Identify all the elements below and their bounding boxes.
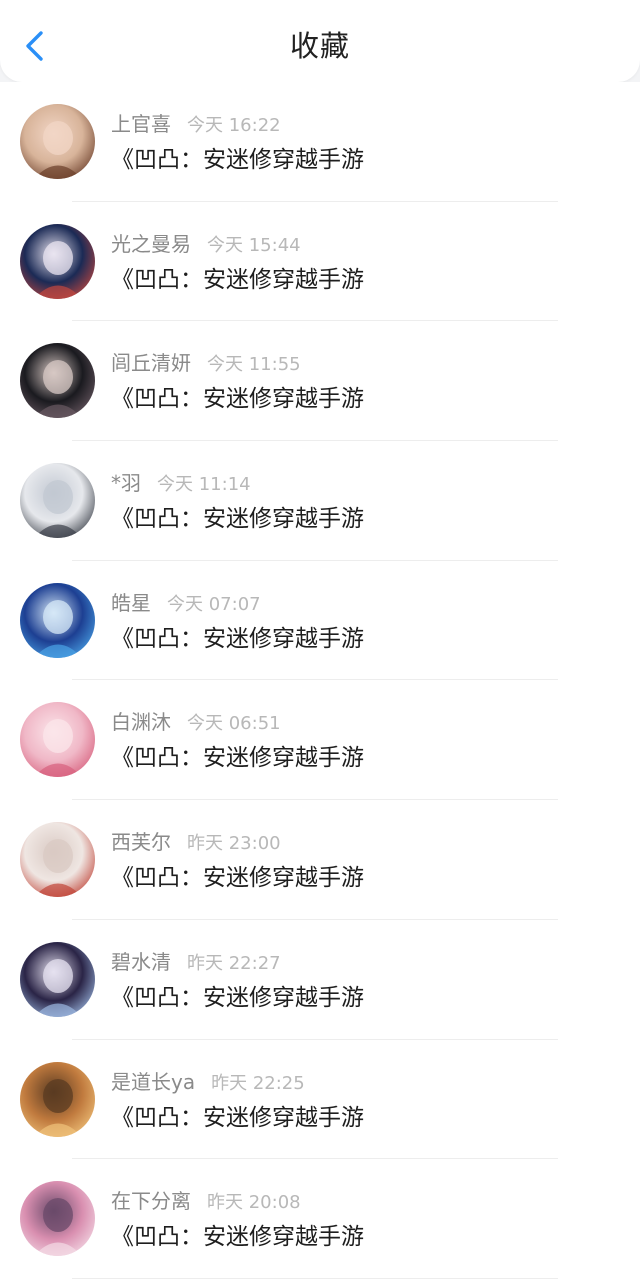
favorite-list-item[interactable]: 是道长ya 昨天 22:25 《凹凸：安迷修穿越手游 xyxy=(0,1040,640,1160)
timestamp: 今天 15:44 xyxy=(207,234,301,256)
favorite-list-item[interactable]: 上官喜 今天 16:22 《凹凸：安迷修穿越手游 xyxy=(0,82,640,202)
favorite-list-item[interactable]: 在下分离 昨天 20:08 《凹凸：安迷修穿越手游 xyxy=(0,1159,640,1279)
timestamp: 昨天 23:00 xyxy=(187,833,281,855)
item-meta: 西芙尔 昨天 23:00 xyxy=(111,828,281,856)
item-meta: 上官喜 今天 16:22 xyxy=(111,110,281,138)
avatar[interactable] xyxy=(20,104,95,179)
favorite-list-item[interactable]: 闾丘清妍 今天 11:55 《凹凸：安迷修穿越手游 xyxy=(0,321,640,442)
username[interactable]: *羽 xyxy=(111,471,141,495)
item-title[interactable]: 《凹凸：安迷修穿越手游 xyxy=(111,622,364,656)
item-title[interactable]: 《凹凸：安迷修穿越手游 xyxy=(111,143,364,177)
username[interactable]: 上官喜 xyxy=(111,112,171,136)
avatar[interactable] xyxy=(20,343,95,419)
favorite-list-item[interactable]: *羽 今天 11:14 《凹凸：安迷修穿越手游 xyxy=(0,441,640,561)
timestamp: 今天 11:14 xyxy=(157,474,251,496)
item-title[interactable]: 《凹凸：安迷修穿越手游 xyxy=(111,382,364,416)
item-meta: 闾丘清妍 今天 11:55 xyxy=(111,349,301,377)
timestamp: 昨天 22:25 xyxy=(211,1072,305,1094)
favorite-list-item[interactable]: 皓星 今天 07:07 《凹凸：安迷修穿越手游 xyxy=(0,561,640,681)
item-title[interactable]: 《凹凸：安迷修穿越手游 xyxy=(111,981,364,1015)
favorite-list-item[interactable]: 白渊沐 今天 06:51 《凹凸：安迷修穿越手游 xyxy=(0,680,640,801)
item-title[interactable]: 《凹凸：安迷修穿越手游 xyxy=(111,263,364,297)
item-title[interactable]: 《凹凸：安迷修穿越手游 xyxy=(111,741,364,775)
item-title[interactable]: 《凹凸：安迷修穿越手游 xyxy=(111,861,364,895)
username[interactable]: 光之曼易 xyxy=(111,232,191,256)
item-meta: 光之曼易 今天 15:44 xyxy=(111,230,301,258)
timestamp: 昨天 22:27 xyxy=(187,952,281,974)
favorite-list-item[interactable]: 碧水清 昨天 22:27 《凹凸：安迷修穿越手游 xyxy=(0,920,640,1040)
avatar[interactable] xyxy=(20,223,95,299)
page-title: 收藏 xyxy=(289,29,350,63)
timestamp: 今天 06:51 xyxy=(187,713,281,735)
username[interactable]: 碧水清 xyxy=(111,950,171,974)
item-title[interactable]: 《凹凸：安迷修穿越手游 xyxy=(111,502,364,536)
avatar[interactable] xyxy=(20,463,95,539)
username[interactable]: 皓星 xyxy=(111,591,151,615)
item-meta: 在下分离 昨天 20:08 xyxy=(111,1187,301,1215)
item-title[interactable]: 《凹凸：安迷修穿越手游 xyxy=(111,1220,364,1254)
favorite-list-item[interactable]: 光之曼易 今天 15:44 《凹凸：安迷修穿越手游 xyxy=(0,202,640,322)
avatar[interactable] xyxy=(20,822,95,898)
top-navigation-bar: 收藏 xyxy=(0,0,640,82)
item-meta: 皓星 今天 07:07 xyxy=(111,589,261,617)
favorite-list-item[interactable]: 西芙尔 昨天 23:00 《凹凸：安迷修穿越手游 xyxy=(0,800,640,920)
username[interactable]: 闾丘清妍 xyxy=(111,351,191,375)
item-meta: 白渊沐 今天 06:51 xyxy=(111,708,281,736)
avatar[interactable] xyxy=(20,582,95,658)
username[interactable]: 是道长ya xyxy=(111,1070,195,1094)
timestamp: 今天 11:55 xyxy=(207,354,301,376)
item-meta: 碧水清 昨天 22:27 xyxy=(111,948,281,976)
avatar[interactable] xyxy=(20,1181,95,1257)
item-title[interactable]: 《凹凸：安迷修穿越手游 xyxy=(111,1101,364,1135)
avatar[interactable] xyxy=(20,941,95,1017)
item-meta: 是道长ya 昨天 22:25 xyxy=(111,1068,305,1096)
timestamp: 昨天 20:08 xyxy=(207,1192,301,1214)
username[interactable]: 白渊沐 xyxy=(111,710,171,734)
username[interactable]: 在下分离 xyxy=(111,1189,191,1213)
item-meta: *羽 今天 11:14 xyxy=(111,469,251,497)
divider xyxy=(72,1277,558,1279)
timestamp: 今天 07:07 xyxy=(167,593,261,615)
username[interactable]: 西芙尔 xyxy=(111,830,171,854)
avatar[interactable] xyxy=(20,1061,95,1137)
avatar[interactable] xyxy=(20,702,95,778)
timestamp: 今天 16:22 xyxy=(187,115,281,136)
favorites-list: 上官喜 今天 16:22 《凹凸：安迷修穿越手游 光之曼易 今天 15:44 《凹凸：安迷… xyxy=(0,82,640,1287)
